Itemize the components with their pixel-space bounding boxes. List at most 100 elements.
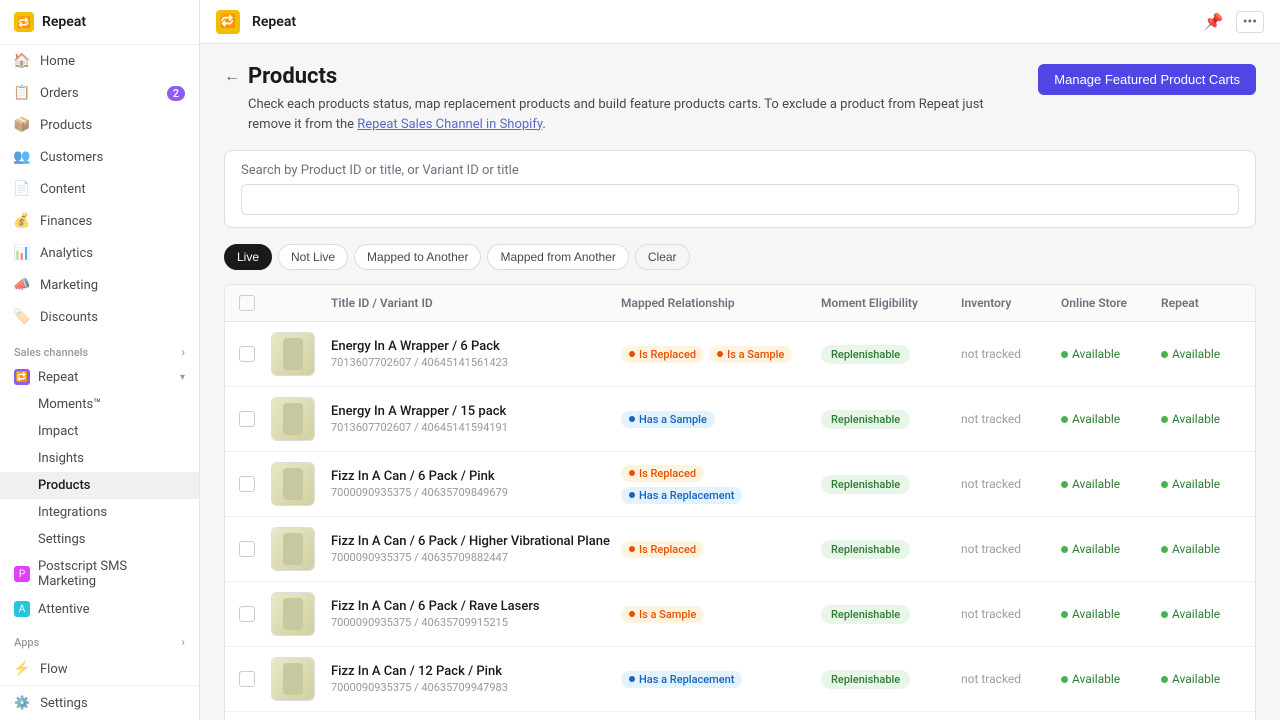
sidebar-attentive[interactable]: A Attentive — [0, 595, 199, 623]
product-id-0: 7013607702607 / 40645141561423 — [331, 356, 621, 369]
sidebar-nav-content[interactable]: 📄 Content — [0, 173, 199, 205]
sidebar-sub-products[interactable]: Products — [0, 472, 199, 499]
row-checkbox-0[interactable] — [239, 346, 255, 362]
replenishable-badge-1: Replenishable — [821, 410, 910, 429]
settings-gear-icon: ⚙️ — [14, 696, 30, 711]
sidebar-nav-products[interactable]: 📦 Products — [0, 109, 199, 141]
online-store-2: Available — [1061, 477, 1161, 492]
sidebar-header: 🔁 Repeat — [0, 0, 199, 45]
filter-not-live-button[interactable]: Not Live — [278, 244, 348, 270]
customers-icon: 👥 — [14, 149, 30, 165]
sidebar-nav-flow[interactable]: ⚡ Flow — [0, 653, 199, 685]
sidebar-nav-customers[interactable]: 👥 Customers — [0, 141, 199, 173]
back-button[interactable]: ← — [224, 66, 240, 86]
sidebar-label-home: Home — [40, 54, 75, 69]
header-online-store: Online Store — [1061, 296, 1161, 310]
table-header: Title ID / Variant ID Mapped Relationshi… — [225, 285, 1255, 322]
sidebar-nav-discounts[interactable]: 🏷️ Discounts — [0, 301, 199, 333]
sidebar-app-name: Repeat — [42, 14, 86, 30]
row-checkbox-cell — [239, 671, 271, 687]
sidebar-sub-impact[interactable]: Impact — [0, 418, 199, 445]
replenishable-badge-5: Replenishable — [821, 670, 910, 689]
sidebar-settings[interactable]: ⚙️ Settings — [0, 685, 199, 720]
row-checkbox-1[interactable] — [239, 411, 255, 427]
header-eligibility: Moment Eligibility — [821, 296, 961, 310]
repeat-avail-1: Available — [1161, 412, 1241, 427]
sidebar-nav-finances[interactable]: 💰 Finances — [0, 205, 199, 237]
sidebar-label-products: Products — [40, 118, 92, 133]
inventory-1: not tracked — [961, 412, 1061, 426]
postscript-logo: P — [14, 566, 30, 582]
badge-blue: Has a Replacement — [621, 671, 742, 688]
avail-dot-online-0 — [1061, 351, 1068, 358]
product-id-4: 7000090935375 / 40635709915215 — [331, 616, 621, 629]
product-name-2: Fizz In A Can / 6 Pack / Pink — [331, 469, 621, 484]
sidebar-nav-orders[interactable]: 📋 Orders 2 — [0, 77, 199, 109]
inventory-4: not tracked — [961, 607, 1061, 621]
marketing-icon: 📣 — [14, 277, 30, 293]
product-thumbnail-5 — [271, 657, 331, 701]
select-all-checkbox[interactable] — [239, 295, 255, 311]
repeat-sales-channel-link[interactable]: Repeat Sales Channel in Shopify — [357, 117, 542, 132]
sidebar-postscript[interactable]: P Postscript SMS Marketing — [0, 553, 199, 595]
sidebar-sub-moments[interactable]: Moments™ — [0, 391, 199, 418]
sidebar-nav-analytics[interactable]: 📊 Analytics — [0, 237, 199, 269]
filter-live-button[interactable]: Live — [224, 244, 272, 270]
apps-expand-icon[interactable]: › — [181, 635, 185, 649]
sidebar-label-customers: Customers — [40, 150, 103, 165]
page-description: Check each products status, map replacem… — [248, 95, 1028, 134]
row-checkbox-cell — [239, 541, 271, 557]
row-checkbox-cell — [239, 411, 271, 427]
replenishable-badge-4: Replenishable — [821, 605, 910, 624]
repeat-collapse-icon[interactable]: ▾ — [180, 372, 185, 383]
page-header-left: ← Products Check each products status, m… — [224, 64, 1028, 134]
sidebar-nav-home[interactable]: 🏠 Home — [0, 45, 199, 77]
filter-clear-button[interactable]: Clear — [635, 244, 690, 270]
flow-icon: ⚡ — [14, 661, 30, 677]
eligibility-0: Replenishable — [821, 347, 961, 362]
row-checkbox-3[interactable] — [239, 541, 255, 557]
sidebar-nav-marketing[interactable]: 📣 Marketing — [0, 269, 199, 301]
search-input[interactable] — [241, 184, 1239, 215]
product-thumbnail-1 — [271, 397, 331, 441]
search-box: Search by Product ID or title, or Varian… — [224, 150, 1256, 228]
row-checkbox-2[interactable] — [239, 476, 255, 492]
row-checkbox-4[interactable] — [239, 606, 255, 622]
online-store-available-5: Available — [1061, 672, 1120, 686]
inventory-2: not tracked — [961, 477, 1061, 491]
manage-featured-carts-button[interactable]: Manage Featured Product Carts — [1038, 64, 1256, 95]
row-checkbox-5[interactable] — [239, 671, 255, 687]
header-title-id: Title ID / Variant ID — [331, 296, 621, 310]
sidebar-sub-settings-repeat[interactable]: Settings — [0, 526, 199, 553]
replenishable-badge-0: Replenishable — [821, 345, 910, 364]
product-info-2: Fizz In A Can / 6 Pack / Pink 7000090935… — [331, 469, 621, 499]
more-options-icon[interactable]: ••• — [1236, 11, 1264, 33]
sidebar-sub-integrations[interactable]: Integrations — [0, 499, 199, 526]
badge-orange: Is Replaced — [621, 541, 704, 558]
search-label: Search by Product ID or title, or Varian… — [241, 163, 1239, 178]
page-title: Products — [248, 64, 1028, 89]
repeat-avail-4: Available — [1161, 607, 1241, 622]
table-row: Fizz In A Can / 12 Pack / Higher Vibrati… — [225, 712, 1255, 720]
expand-icon[interactable]: › — [181, 345, 185, 359]
mapped-relationship-5: Has a Replacement — [621, 671, 821, 688]
repeat-avail-0: Available — [1161, 347, 1241, 362]
avail-dot-repeat-5 — [1161, 676, 1168, 683]
sidebar-repeat-channel[interactable]: 🔁 Repeat ▾ — [0, 363, 199, 391]
product-name-5: Fizz In A Can / 12 Pack / Pink — [331, 664, 621, 679]
avail-dot-online-1 — [1061, 416, 1068, 423]
inventory-3: not tracked — [961, 542, 1061, 556]
filter-mapped-from-button[interactable]: Mapped from Another — [487, 244, 628, 270]
pin-icon[interactable]: 📌 — [1204, 12, 1224, 31]
product-id-1: 7013607702607 / 40645141594191 — [331, 421, 621, 434]
moments-label: Moments™ — [38, 397, 101, 412]
sidebar-sub-insights[interactable]: Insights — [0, 445, 199, 472]
product-id-2: 7000090935375 / 40635709849679 — [331, 486, 621, 499]
attentive-logo: A — [14, 601, 30, 617]
mapped-relationship-2: Is ReplacedHas a Replacement — [621, 465, 821, 504]
filter-mapped-to-button[interactable]: Mapped to Another — [354, 244, 481, 270]
badge-blue: Has a Replacement — [621, 487, 742, 504]
apps-label: Apps — [14, 636, 39, 649]
product-info-5: Fizz In A Can / 12 Pack / Pink 700009093… — [331, 664, 621, 694]
row-checkbox-cell — [239, 476, 271, 492]
